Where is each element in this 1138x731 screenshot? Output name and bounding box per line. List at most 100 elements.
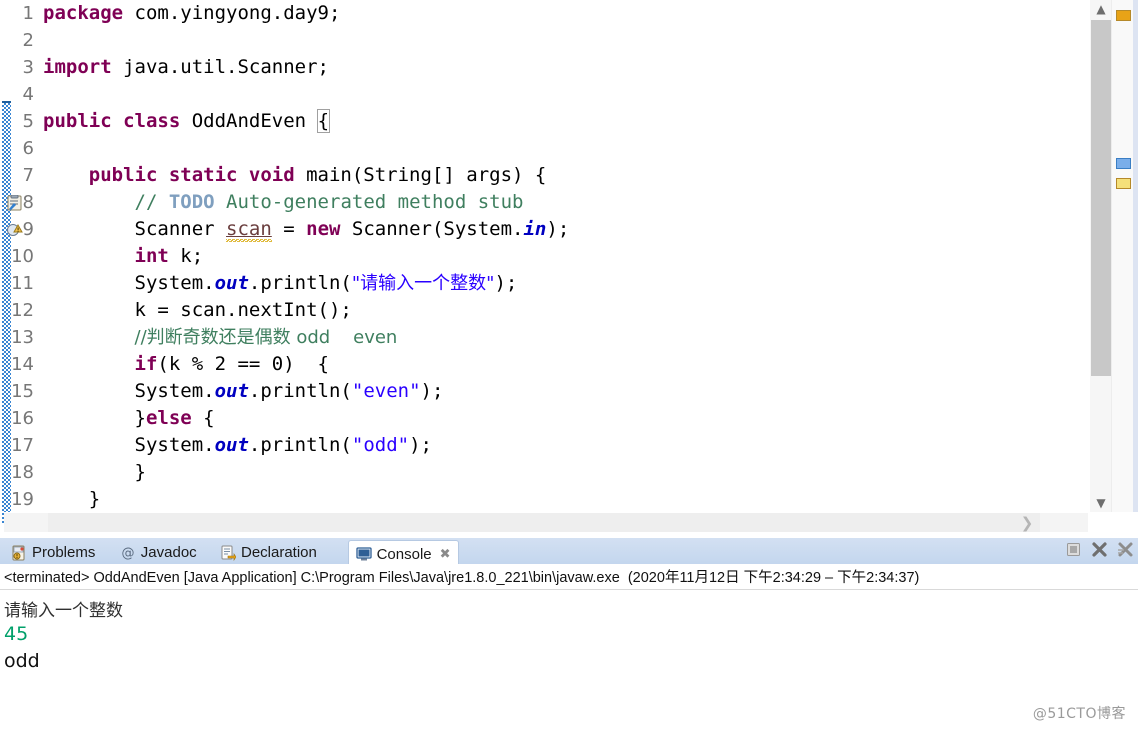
code-token: { <box>316 109 331 133</box>
code-token: ); <box>494 272 518 294</box>
code-token: "even" <box>351 380 421 402</box>
code-token: .println( <box>248 434 352 456</box>
problems-icon <box>11 545 27 561</box>
code-token: Auto-generated method stub <box>214 191 524 213</box>
code-token: main(String[] args) { <box>294 164 547 186</box>
console-status-divider <box>0 589 1138 590</box>
code-line[interactable]: 18 } <box>0 459 1090 486</box>
editor-horizontal-scrollbar[interactable]: ❮ ❯ <box>4 512 1088 533</box>
code-token: ); <box>420 380 444 402</box>
code-line-text: } <box>34 459 146 486</box>
code-line[interactable]: 3 import java.util.Scanner; <box>0 54 1090 81</box>
vertical-scroll-thumb[interactable] <box>1091 20 1111 376</box>
line-number: 13 <box>11 327 34 348</box>
code-line[interactable]: 7 public static void main(String[] args)… <box>0 162 1090 189</box>
line-number: 19 <box>11 489 34 510</box>
code-token: if <box>134 353 158 375</box>
code-line[interactable]: 4 <box>0 81 1090 108</box>
line-number: 5 <box>22 111 34 132</box>
bottom-view-stack: Problems @ Javadoc Declaration Console ✖ <box>0 537 1138 731</box>
console-status-line: <terminated> OddAndEven [Java Applicatio… <box>4 570 920 586</box>
code-token: Scanner <box>43 218 227 240</box>
horizontal-scroll-track[interactable] <box>48 513 1040 533</box>
console-toolbar[interactable] <box>1065 541 1134 558</box>
editor-vertical-scrollbar[interactable]: ▲ ▼ <box>1090 0 1112 512</box>
overview-marker-occurrence[interactable] <box>1116 158 1131 169</box>
code-line[interactable]: 12 k = scan.nextInt(); <box>0 297 1090 324</box>
code-token: } <box>43 407 146 429</box>
code-line[interactable]: 13 //判断奇数还是偶数 odd even <box>0 324 1090 351</box>
overview-ruler[interactable] <box>1111 0 1134 512</box>
line-number: 10 <box>11 246 34 267</box>
remove-launch-button[interactable] <box>1091 541 1108 558</box>
close-icon[interactable]: ✖ <box>440 546 451 562</box>
code-token: TODO <box>168 191 215 213</box>
line-number: 7 <box>22 165 34 186</box>
code-token: public class <box>43 110 181 132</box>
code-line[interactable]: 16 }else { <box>0 405 1090 432</box>
scroll-down-arrow-icon[interactable]: ▼ <box>1090 494 1112 512</box>
view-tabbar[interactable]: Problems @ Javadoc Declaration Console ✖ <box>0 537 1138 567</box>
remove-all-terminated-button[interactable] <box>1117 541 1134 558</box>
code-token: .println( <box>248 380 352 402</box>
svg-text:@: @ <box>121 546 134 561</box>
terminate-button[interactable] <box>1065 541 1082 558</box>
code-line[interactable]: 19 } <box>0 486 1090 513</box>
line-number: 8 <box>22 192 34 213</box>
code-line[interactable]: 8 // TODO Auto-generated method stub <box>0 189 1090 216</box>
console-icon <box>355 546 372 562</box>
code-token: //判断奇数还是偶数 odd even <box>134 327 398 348</box>
java-editor[interactable]: 1 package com.yingyong.day9; 2 3 import java… <box>0 0 1138 537</box>
console-input-echo: 45 <box>4 623 29 645</box>
tab-problems[interactable]: Problems <box>4 540 102 565</box>
code-line[interactable]: 9 Scanner scan = new Scanner(System.in); <box>0 216 1090 243</box>
line-number: 16 <box>11 408 34 429</box>
code-line[interactable]: 10 int k; <box>0 243 1090 270</box>
line-number: 12 <box>11 300 34 321</box>
code-token: import <box>43 56 112 78</box>
code-line[interactable]: 1 package com.yingyong.day9; <box>0 0 1090 27</box>
tab-declaration[interactable]: Declaration <box>213 540 324 565</box>
line-number: 2 <box>22 30 34 51</box>
code-token: public static void <box>88 164 295 186</box>
overview-marker-warning[interactable] <box>1116 10 1131 21</box>
tab-console[interactable]: Console ✖ <box>347 540 459 567</box>
code-line[interactable]: 5 public class OddAndEven { <box>0 108 1090 135</box>
code-line-text: if(k % 2 == 0) { <box>34 351 329 378</box>
console-output-area[interactable]: <terminated> OddAndEven [Java Applicatio… <box>0 564 1138 731</box>
scroll-right-arrow-icon[interactable]: ❯ <box>1014 513 1040 533</box>
code-line-text: public static void main(String[] args) { <box>34 162 547 189</box>
code-token: scan <box>226 218 272 242</box>
line-number: 14 <box>11 354 34 375</box>
code-token: { <box>191 407 215 429</box>
line-number: 6 <box>22 138 34 159</box>
line-number: 4 <box>22 84 34 105</box>
code-text-area[interactable]: 1 package com.yingyong.day9; 2 3 import java… <box>0 0 1090 512</box>
code-line[interactable]: 15 System.out.println("even"); <box>0 378 1090 405</box>
code-line[interactable]: 2 <box>0 27 1090 54</box>
code-token: OddAndEven <box>180 110 318 132</box>
code-token: k = scan.nextInt(); <box>43 299 352 321</box>
code-token: "odd" <box>351 434 410 456</box>
code-line[interactable]: 11 System.out.println("请输入一个整数"); <box>0 270 1090 297</box>
code-line[interactable]: 6 <box>0 135 1090 162</box>
tab-javadoc[interactable]: @ Javadoc <box>113 540 204 565</box>
code-line[interactable]: 14 if(k % 2 == 0) { <box>0 351 1090 378</box>
code-token: // <box>134 191 169 213</box>
code-token: k; <box>168 245 204 267</box>
code-line-text: // TODO Auto-generated method stub <box>34 189 524 216</box>
overview-marker-task[interactable] <box>1116 178 1131 189</box>
line-number: 11 <box>11 273 34 294</box>
scroll-up-arrow-icon[interactable]: ▲ <box>1090 0 1112 18</box>
code-line-text: Scanner scan = new Scanner(System.in); <box>34 216 569 243</box>
declaration-icon <box>220 545 237 561</box>
console-output-line: odd <box>4 650 40 672</box>
code-line[interactable]: 17 System.out.println("odd"); <box>0 432 1090 459</box>
code-line-text: public class OddAndEven { <box>34 108 331 135</box>
watermark-label: @51CTO博客 <box>1032 706 1126 722</box>
code-token: new <box>306 218 341 240</box>
